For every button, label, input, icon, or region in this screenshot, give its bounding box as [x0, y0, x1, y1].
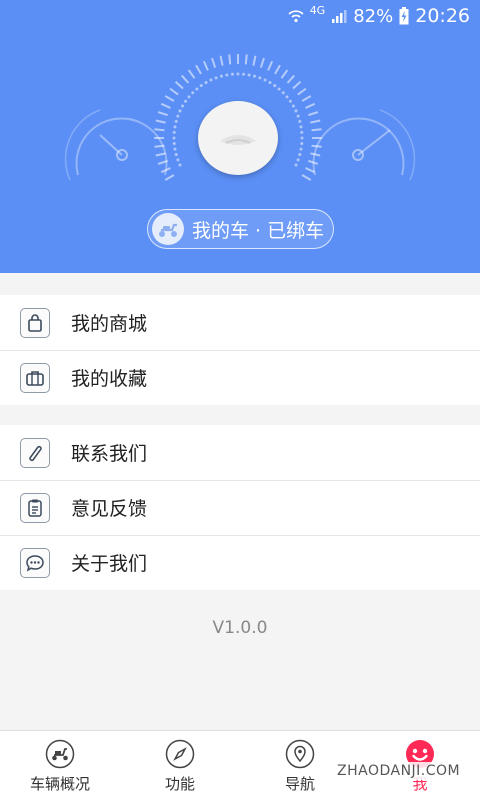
menu-item-contact-us[interactable]: 联系我们 — [0, 425, 480, 480]
menu-item-my-favorites[interactable]: 我的收藏 — [0, 350, 480, 405]
chat-bubble-icon — [20, 547, 50, 578]
tab-vehicle-overview[interactable]: 车辆概况 — [0, 731, 120, 800]
signal-icon — [332, 10, 347, 23]
menu-label: 联系我们 — [71, 443, 148, 465]
avatar-placeholder-icon — [220, 135, 256, 145]
menu-item-feedback[interactable]: 意见反馈 — [0, 480, 480, 535]
menu-item-about-us[interactable]: 关于我们 — [0, 535, 480, 590]
location-pin-icon — [285, 739, 315, 769]
scooter-icon — [45, 739, 75, 769]
wifi-icon — [288, 10, 304, 23]
compass-icon — [165, 739, 195, 769]
car-bind-status[interactable]: 我的车 · 已绑车 — [147, 209, 334, 249]
scooter-icon — [152, 213, 184, 245]
briefcase-icon — [20, 362, 50, 393]
phone-icon — [20, 437, 50, 468]
battery-charging-icon — [399, 7, 409, 25]
menu-label: 关于我们 — [71, 553, 148, 575]
status-bar: 4G 82% 20:26 — [0, 0, 480, 32]
menu-item-my-mall[interactable]: 我的商城 — [0, 295, 480, 350]
tab-label: 功能 — [164, 775, 195, 793]
app-version: V1.0.0 — [212, 618, 268, 638]
network-type: 4G — [309, 3, 326, 17]
car-status-label: 我的车 · 已绑车 — [192, 219, 325, 242]
profile-header: 4G 82% 20:26 我的车 · 已绑车 — [0, 0, 480, 273]
battery-percent: 82% — [353, 5, 394, 27]
tab-functions[interactable]: 功能 — [120, 731, 240, 800]
clock: 20:26 — [415, 5, 470, 27]
menu-label: 我的收藏 — [71, 368, 148, 390]
clipboard-icon — [20, 492, 50, 523]
menu-label: 意见反馈 — [71, 498, 148, 520]
shopping-bag-icon — [20, 307, 50, 338]
menu-label: 我的商城 — [71, 313, 148, 335]
watermark: ZHAODANJI.COM — [335, 762, 463, 780]
menu-group-support: 联系我们 意见反馈 关于我们 — [0, 425, 480, 590]
menu-group-shop: 我的商城 我的收藏 — [0, 295, 480, 405]
tab-label: 导航 — [284, 775, 315, 793]
tab-label: 车辆概况 — [29, 775, 90, 793]
avatar[interactable] — [198, 101, 278, 175]
